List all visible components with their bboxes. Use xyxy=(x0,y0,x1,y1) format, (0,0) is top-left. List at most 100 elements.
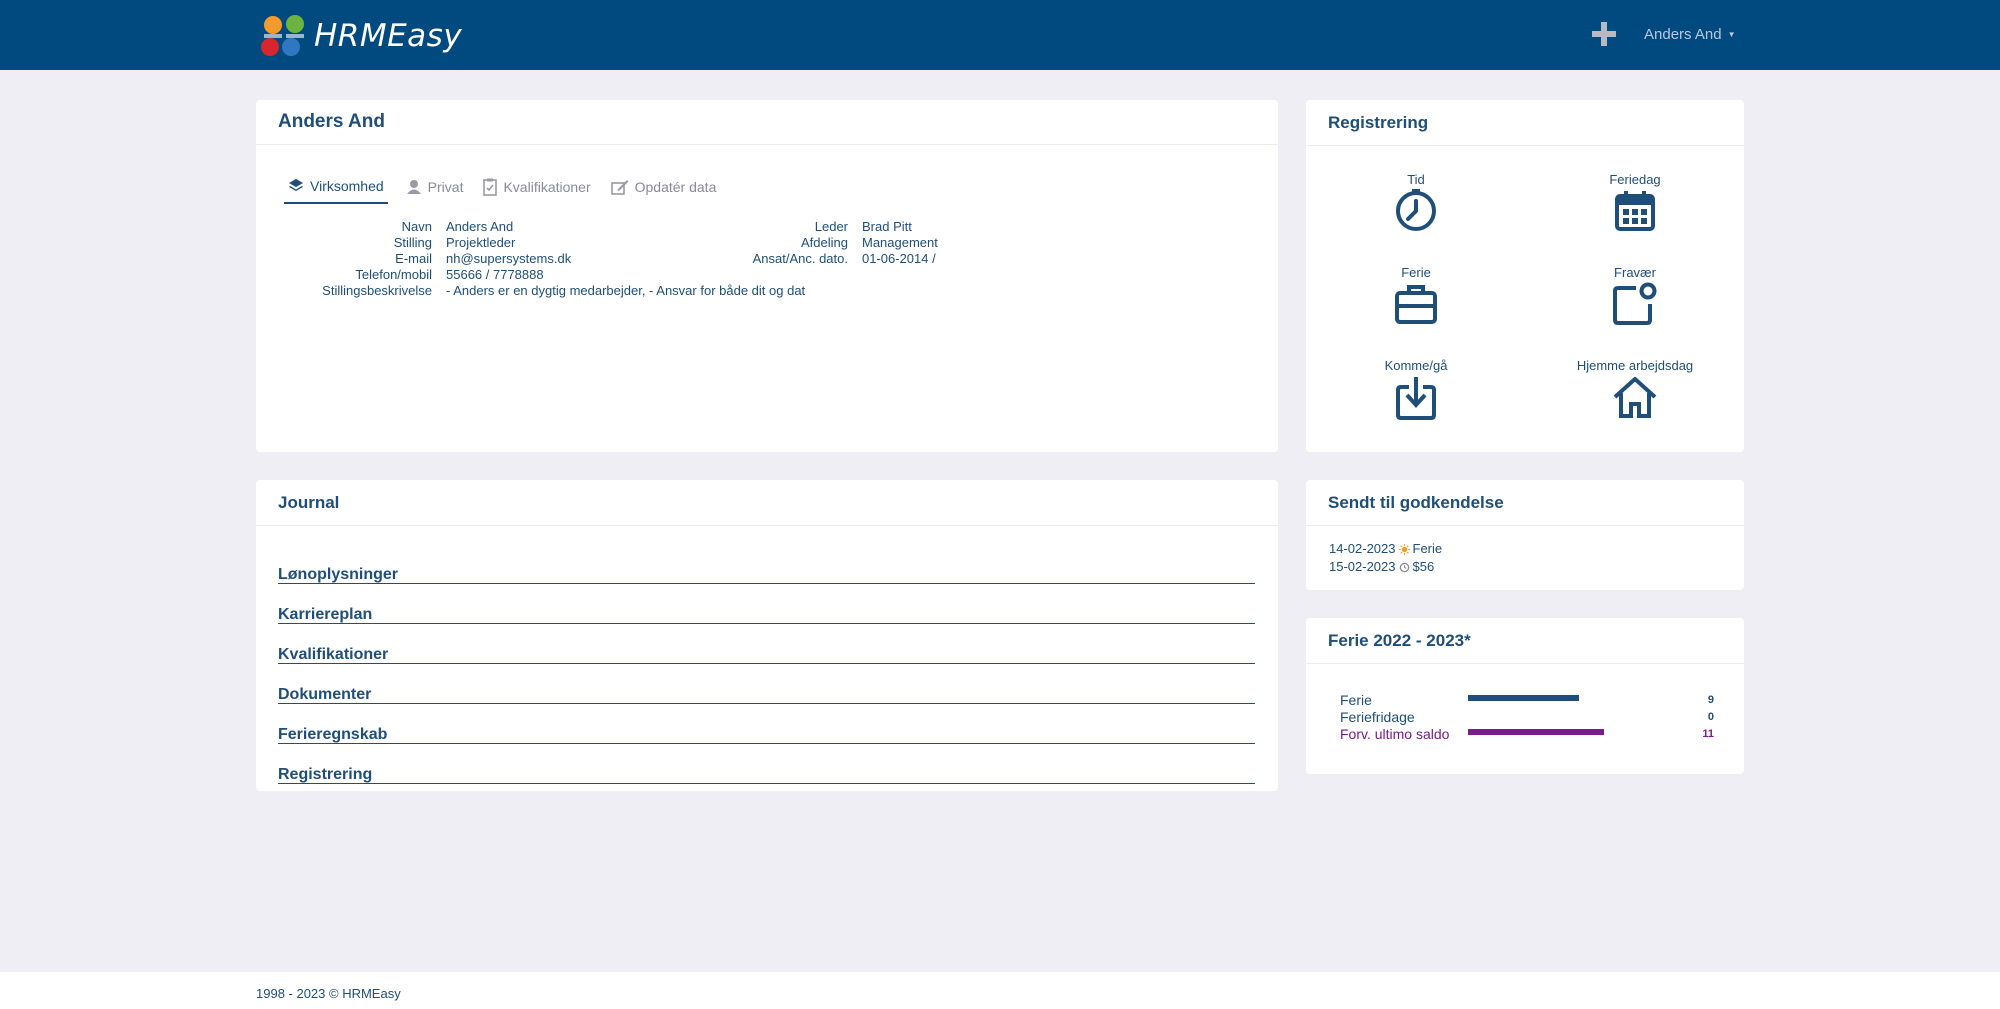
journal-list: Lønoplysninger Karriereplan Kvalifikatio… xyxy=(278,555,1255,784)
info-key: Navn xyxy=(401,219,432,234)
tab-label: Kvalifikationer xyxy=(503,179,591,195)
info-value: Anders And xyxy=(446,219,514,234)
journal-title: Journal xyxy=(256,480,1278,526)
reg-fravaer[interactable]: Fravær xyxy=(1525,265,1745,326)
reg-feriedag[interactable]: Feriedag xyxy=(1525,172,1745,233)
journal-item-label: Dokumenter xyxy=(278,686,372,703)
employee-info-left: Navn Anders And Stilling Projektleder E-ma… xyxy=(276,219,805,299)
ferie-rows: Ferie 9 Feriefridage 0 Forv. ultimo saldo 11 xyxy=(1340,692,1714,743)
journal-item-label: Kvalifikationer xyxy=(278,646,389,663)
reg-label: Komme/gå xyxy=(1384,358,1448,373)
sent-text: $56 xyxy=(1412,559,1435,574)
sent-for-approval-card: Sendt til godkendelse 14-02-2023 Ferie 1… xyxy=(1306,480,1744,590)
tab-opdater-data[interactable]: Opdatér data xyxy=(609,170,719,204)
info-key: Afdeling xyxy=(801,235,848,250)
plus-icon xyxy=(1592,22,1616,46)
logo-people-icon xyxy=(261,15,304,56)
user-name: Anders And xyxy=(1644,26,1722,43)
tab-kvalifikationer[interactable]: Kvalifikationer xyxy=(481,170,592,204)
ferie-row-value: 9 xyxy=(1707,694,1714,706)
info-value: Management xyxy=(862,235,938,250)
logo[interactable]: HRMEasy xyxy=(258,14,462,58)
profile-title: Anders And xyxy=(256,100,1278,145)
ferie-row-label: Feriefridage xyxy=(1340,709,1415,725)
add-button[interactable] xyxy=(1588,18,1620,50)
info-value: 55666 / 7778888 xyxy=(446,267,544,282)
reg-tid[interactable]: Tid xyxy=(1306,172,1526,233)
info-key: E-mail xyxy=(395,251,432,266)
reg-ferie[interactable]: Ferie xyxy=(1306,265,1526,326)
info-row: Afdeling Management xyxy=(731,235,938,251)
info-key: Ansat/Anc. dato. xyxy=(752,251,848,266)
info-row: Navn Anders And xyxy=(276,219,805,235)
journal-item-ferieregnskab[interactable]: Ferieregnskab xyxy=(278,704,1255,744)
tab-label: Opdatér data xyxy=(634,179,717,195)
tab-privat[interactable]: Privat xyxy=(404,170,466,204)
journal-item-kvalifikationer[interactable]: Kvalifikationer xyxy=(278,624,1255,664)
footer-text: 1998 - 2023 © HRMEasy xyxy=(256,986,401,1001)
info-key: Stilling xyxy=(393,235,432,250)
clock-small-icon xyxy=(1399,562,1409,572)
sent-text: Ferie xyxy=(1412,541,1443,556)
info-row: Stillingsbeskrivelse - Anders er en dygti… xyxy=(276,283,805,299)
layers-icon xyxy=(289,179,303,191)
sent-item[interactable]: 15-02-2023 $56 xyxy=(1329,558,1442,576)
ferie-row-bar xyxy=(1468,695,1579,701)
ferie-row-label: Ferie xyxy=(1340,692,1372,708)
ferie-row: Feriefridage 0 xyxy=(1340,709,1714,726)
registrering-title: Registrering xyxy=(1306,100,1744,146)
info-value: 01-06-2014 / xyxy=(862,251,936,266)
info-row: Stilling Projektleder xyxy=(276,235,805,251)
registrering-card: Registrering Tid Feriedag Ferie Fravær K… xyxy=(1306,100,1744,452)
sent-date: 14-02-2023 xyxy=(1329,541,1396,556)
absence-icon xyxy=(1613,282,1657,325)
journal-item-dokumenter[interactable]: Dokumenter xyxy=(278,664,1255,704)
ferie-row-label: Forv. ultimo saldo xyxy=(1340,726,1450,742)
top-navbar: HRMEasy Anders And ▼ xyxy=(0,0,2000,70)
sent-title: Sendt til godkendelse xyxy=(1306,480,1744,526)
sun-icon xyxy=(1398,543,1410,555)
journal-item-label: Lønoplysninger xyxy=(278,566,398,583)
ferie-row-bar xyxy=(1468,729,1604,735)
journal-item-karriereplan[interactable]: Karriereplan xyxy=(278,584,1255,624)
tab-label: Virksomhed xyxy=(310,178,384,194)
employee-info-right: Leder Brad Pitt Afdeling Management Ansat/… xyxy=(731,219,938,267)
briefcase-icon xyxy=(1395,285,1437,324)
sent-item[interactable]: 14-02-2023 Ferie xyxy=(1329,540,1442,558)
info-row: Telefon/mobil 55666 / 7778888 xyxy=(276,267,805,283)
journal-item-registrering[interactable]: Registrering xyxy=(278,744,1255,784)
reg-komme-gaa[interactable]: Komme/gå xyxy=(1306,358,1526,421)
info-row: Leder Brad Pitt xyxy=(731,219,938,235)
ferie-balance-card: Ferie 2022 - 2023* Ferie 9 Feriefridage 0 Fo… xyxy=(1306,618,1744,774)
calendar-icon xyxy=(1615,191,1655,231)
info-value: Brad Pitt xyxy=(862,219,912,234)
ferie-row-value: 0 xyxy=(1707,711,1714,723)
info-value: nh@supersystems.dk xyxy=(446,251,572,266)
caret-down-icon: ▼ xyxy=(1727,30,1736,39)
logo-text: HRMEasy xyxy=(314,18,463,54)
journal-item-label: Karriereplan xyxy=(278,606,373,623)
info-key: Stillingsbeskrivelse xyxy=(322,283,432,298)
user-menu[interactable]: Anders And ▼ xyxy=(1644,26,1735,43)
reg-label: Fravær xyxy=(1614,265,1656,280)
reg-label: Tid xyxy=(1407,172,1425,187)
ferie-title: Ferie 2022 - 2023* xyxy=(1306,618,1744,664)
profile-tabs: Virksomhed Privat Kvalifikationer Opdaté… xyxy=(284,170,734,204)
reg-hjemme-arbejdsdag[interactable]: Hjemme arbejdsdag xyxy=(1525,358,1745,419)
home-icon xyxy=(1613,377,1657,418)
tab-virksomhed[interactable]: Virksomhed xyxy=(284,170,388,204)
reg-label: Ferie xyxy=(1401,265,1431,280)
journal-item-loenoplysninger[interactable]: Lønoplysninger xyxy=(278,555,1255,584)
edit-icon xyxy=(610,180,629,195)
profile-card: Anders And Virksomhed Privat Kvalifikati… xyxy=(256,100,1278,452)
ferie-row-value: 11 xyxy=(1702,728,1714,740)
reg-label: Feriedag xyxy=(1609,172,1661,187)
info-key: Leder xyxy=(814,219,848,234)
sent-date: 15-02-2023 xyxy=(1329,559,1396,574)
info-row: Ansat/Anc. dato. 01-06-2014 / xyxy=(731,251,938,267)
info-value: Projektleder xyxy=(446,235,516,250)
checkin-icon xyxy=(1396,377,1436,420)
info-value: - Anders er en dygtig medarbejder, - Ans… xyxy=(446,283,806,298)
clipboard-icon xyxy=(483,178,498,196)
ferie-row: Forv. ultimo saldo 11 xyxy=(1340,726,1714,743)
